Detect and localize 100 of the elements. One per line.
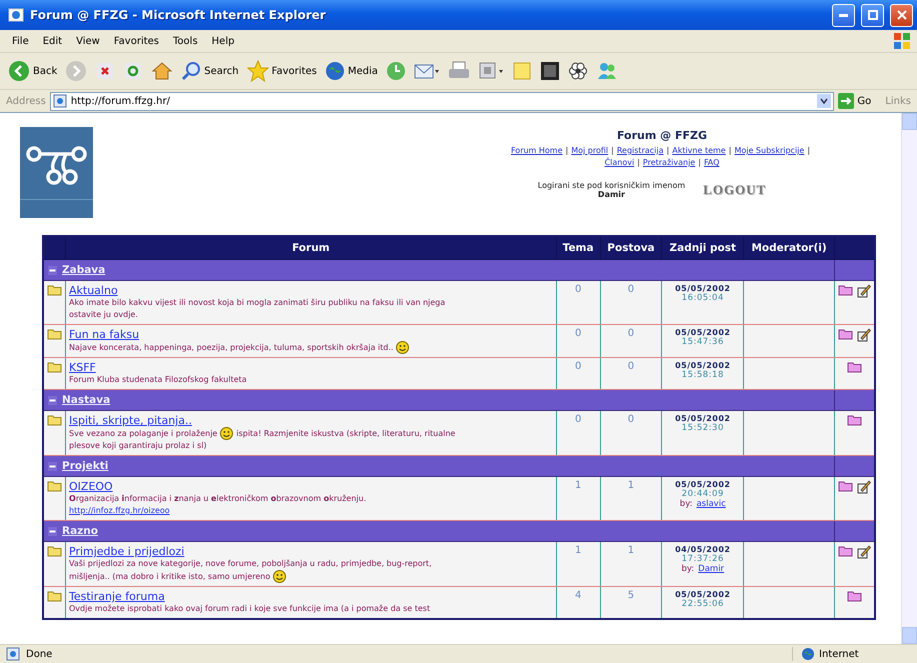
last-post-date: 05/05/2002 bbox=[674, 284, 732, 293]
nav-link[interactable]: Pretraživanje bbox=[642, 158, 696, 167]
go-label[interactable]: Go bbox=[857, 96, 872, 106]
nav-link[interactable]: Članovi bbox=[604, 158, 634, 167]
close-icon bbox=[896, 10, 906, 20]
forum-description: Ako imate bilo kakvu vijest ili novost koja bi mogla zanimati širu publiku na faksu ili van njega bbox=[69, 297, 446, 309]
pencil-on-paper-icon[interactable] bbox=[856, 545, 871, 559]
toolbar-label[interactable]: Back bbox=[33, 66, 58, 76]
address-label: Address bbox=[6, 96, 46, 106]
clock-icon[interactable] bbox=[386, 61, 406, 81]
post-count: 5 bbox=[626, 590, 636, 601]
minimize-button[interactable] bbox=[832, 4, 855, 26]
pencil-on-paper-icon[interactable] bbox=[856, 328, 871, 342]
forum-url-link[interactable]: http://infoz.ffzg.hr/oizeoo bbox=[69, 505, 170, 517]
last-post-date: 05/05/2002 bbox=[674, 361, 732, 370]
forum-link[interactable]: KSFF bbox=[69, 361, 553, 374]
topic-count: 0 bbox=[574, 414, 582, 425]
page-icon[interactable] bbox=[478, 61, 504, 81]
forum-link[interactable]: Testiranje foruma bbox=[69, 590, 553, 603]
toolbar-label[interactable]: Search bbox=[204, 66, 239, 76]
nav-link[interactable]: Forum Home bbox=[510, 146, 563, 155]
last-post-date: 04/05/2002 bbox=[674, 545, 732, 554]
separator: | bbox=[666, 146, 670, 155]
nav-link[interactable]: Moje Subskripcije bbox=[734, 146, 804, 155]
menu-item[interactable]: Favorites bbox=[108, 34, 166, 48]
folder-icon bbox=[47, 590, 62, 602]
search-icon[interactable] bbox=[181, 61, 202, 81]
collapse-icon[interactable] bbox=[48, 396, 57, 404]
folder-icon bbox=[47, 480, 62, 492]
separator: | bbox=[807, 146, 810, 155]
separator: | bbox=[637, 158, 640, 167]
forum-description: Vaši prijedlozi za nove kategorije, nove forume, poboljšanja u radu, primjedbe, bug-report, bbox=[69, 558, 432, 570]
last-post-time: 17:37:26 bbox=[680, 554, 725, 564]
smiley-icon bbox=[220, 427, 234, 440]
collapse-icon[interactable] bbox=[48, 526, 57, 536]
login-status-text: Logirani ste pod korisničkim imenom bbox=[538, 181, 686, 190]
menu-item[interactable]: Tools bbox=[167, 34, 204, 48]
forum-description: Sve vezano za polaganje i prolaženje bbox=[69, 428, 218, 440]
last-post-time: 16:05:04 bbox=[680, 293, 725, 303]
last-post-date: 05/05/2002 bbox=[674, 590, 732, 599]
forum-link[interactable]: Primjedbe i prijedlozi bbox=[69, 545, 553, 558]
square-tile-icon[interactable] bbox=[540, 61, 560, 81]
address-field[interactable]: http://forum.ffzg.hr/ bbox=[50, 92, 834, 110]
menu-item[interactable]: Help bbox=[206, 34, 240, 48]
toolbar-label[interactable]: Favorites bbox=[272, 66, 317, 76]
last-post-time: 20:44:09 bbox=[680, 489, 725, 499]
category-link[interactable]: Projekti bbox=[62, 460, 108, 472]
scrollbar[interactable] bbox=[901, 113, 917, 644]
folder-icon bbox=[47, 361, 62, 373]
flower-icon[interactable] bbox=[568, 61, 588, 81]
star-icon[interactable] bbox=[246, 60, 269, 82]
collapse-icon[interactable] bbox=[48, 266, 57, 274]
zone-label: Internet bbox=[819, 648, 859, 660]
post-count: 0 bbox=[626, 414, 636, 425]
menu-item[interactable]: View bbox=[70, 34, 106, 48]
maximize-button[interactable] bbox=[861, 4, 884, 26]
column-header: Moderator(i) bbox=[744, 236, 834, 260]
pencil-on-paper-icon[interactable] bbox=[856, 480, 871, 494]
forum-description: Najave koncerata, happeninga, poezija, projekcija, tuluma, sportskih okršaja itd.. bbox=[69, 342, 394, 354]
forum-link[interactable]: Ispiti, skripte, pitanja.. bbox=[69, 414, 553, 427]
status-text: Done bbox=[26, 648, 54, 660]
menu-item[interactable]: Edit bbox=[36, 34, 68, 48]
nav-link[interactable]: Moj profil bbox=[571, 146, 608, 155]
people-icon[interactable] bbox=[596, 61, 618, 81]
last-post-date: 05/05/2002 bbox=[674, 414, 732, 423]
forum-link[interactable]: OIZEOO bbox=[69, 480, 553, 493]
globe-icon[interactable] bbox=[324, 61, 345, 81]
post-count: 0 bbox=[626, 361, 636, 372]
menu-item[interactable]: File bbox=[6, 34, 35, 48]
nav-link[interactable]: FAQ bbox=[704, 158, 720, 167]
folder-icon bbox=[838, 480, 853, 492]
category-link[interactable]: Zabava bbox=[62, 264, 106, 276]
folder-icon bbox=[47, 284, 62, 296]
category-link[interactable]: Nastava bbox=[62, 394, 110, 406]
category-link[interactable]: Razno bbox=[62, 525, 98, 537]
author-link[interactable]: Damir bbox=[698, 564, 724, 574]
by-label: by: bbox=[681, 564, 694, 574]
last-post-time: 15:52:30 bbox=[680, 423, 725, 433]
separator: | bbox=[611, 146, 614, 155]
folder-icon bbox=[47, 414, 62, 426]
nav-link[interactable]: Registracija bbox=[616, 146, 664, 155]
forum-link[interactable]: Fun na faksu bbox=[69, 328, 553, 341]
column-header: Zadnji post bbox=[662, 236, 744, 260]
refresh-icon[interactable] bbox=[123, 61, 144, 81]
forum-description: mišljenja.. (ma dobro i kritike isto, samo umjereno bbox=[69, 570, 270, 582]
smiley-icon bbox=[273, 570, 286, 583]
house-icon[interactable] bbox=[151, 60, 174, 82]
forum-link[interactable]: Aktualno bbox=[69, 284, 553, 297]
pencil-on-paper-icon[interactable] bbox=[856, 284, 871, 298]
nav-link[interactable]: Aktivne teme bbox=[672, 146, 726, 155]
toolbar-label[interactable]: Media bbox=[348, 66, 378, 76]
author-link[interactable]: aslavic bbox=[696, 499, 726, 509]
last-post-date: 05/05/2002 bbox=[674, 480, 732, 489]
close-button[interactable] bbox=[890, 4, 913, 26]
printer-icon[interactable] bbox=[448, 61, 470, 81]
stop-icon[interactable] bbox=[95, 61, 116, 81]
logout-link[interactable]: LOGOUT bbox=[703, 182, 766, 198]
post-count: 1 bbox=[626, 545, 636, 556]
collapse-icon[interactable] bbox=[48, 462, 57, 470]
browser-icon bbox=[8, 7, 24, 23]
